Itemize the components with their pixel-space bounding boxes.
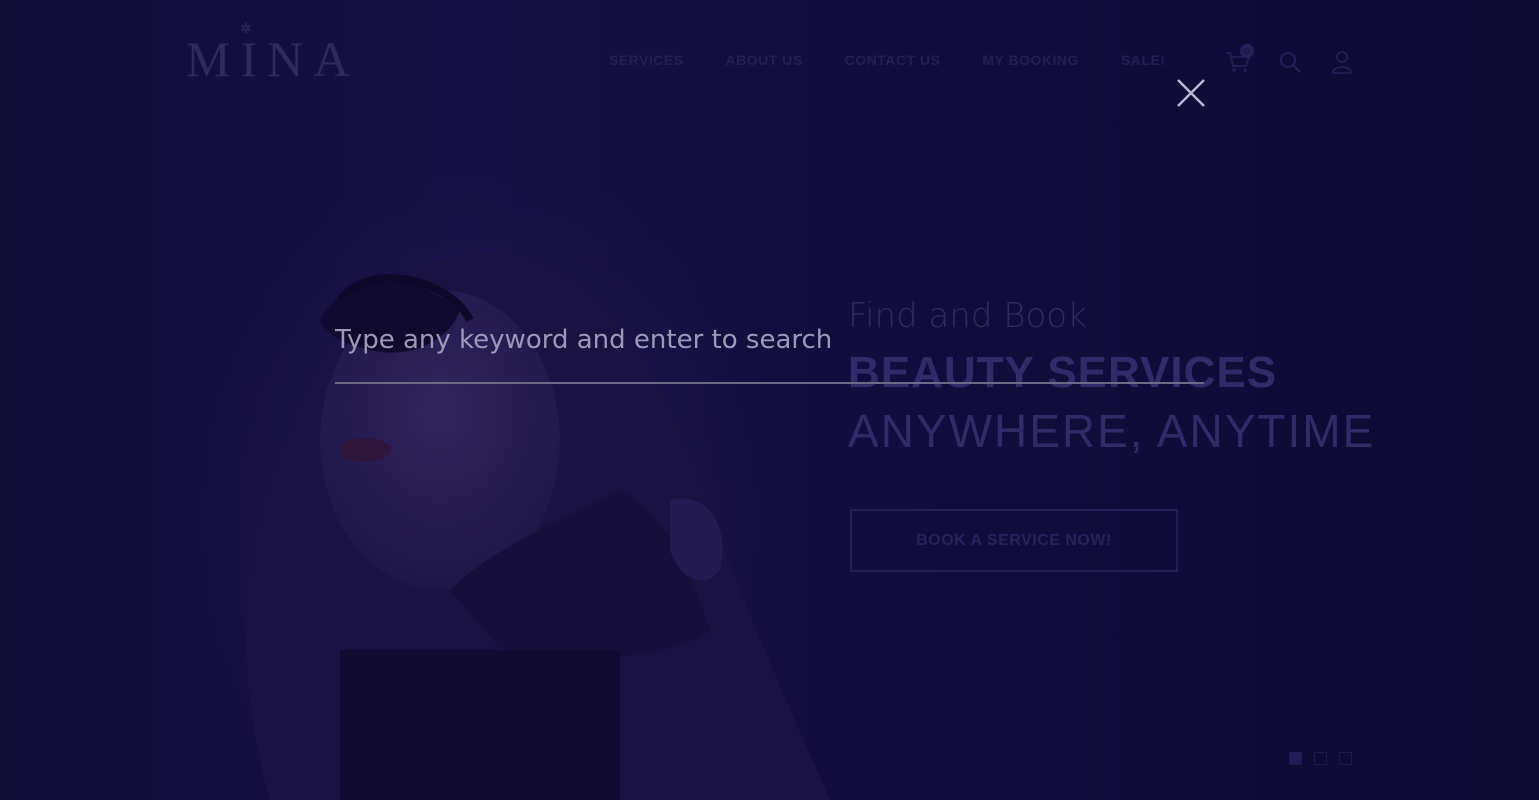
close-search-button[interactable] — [1174, 76, 1208, 110]
search-overlay — [0, 0, 1539, 800]
search-field-wrapper — [335, 320, 1204, 384]
search-input[interactable] — [335, 320, 1204, 360]
close-icon — [1177, 79, 1205, 107]
